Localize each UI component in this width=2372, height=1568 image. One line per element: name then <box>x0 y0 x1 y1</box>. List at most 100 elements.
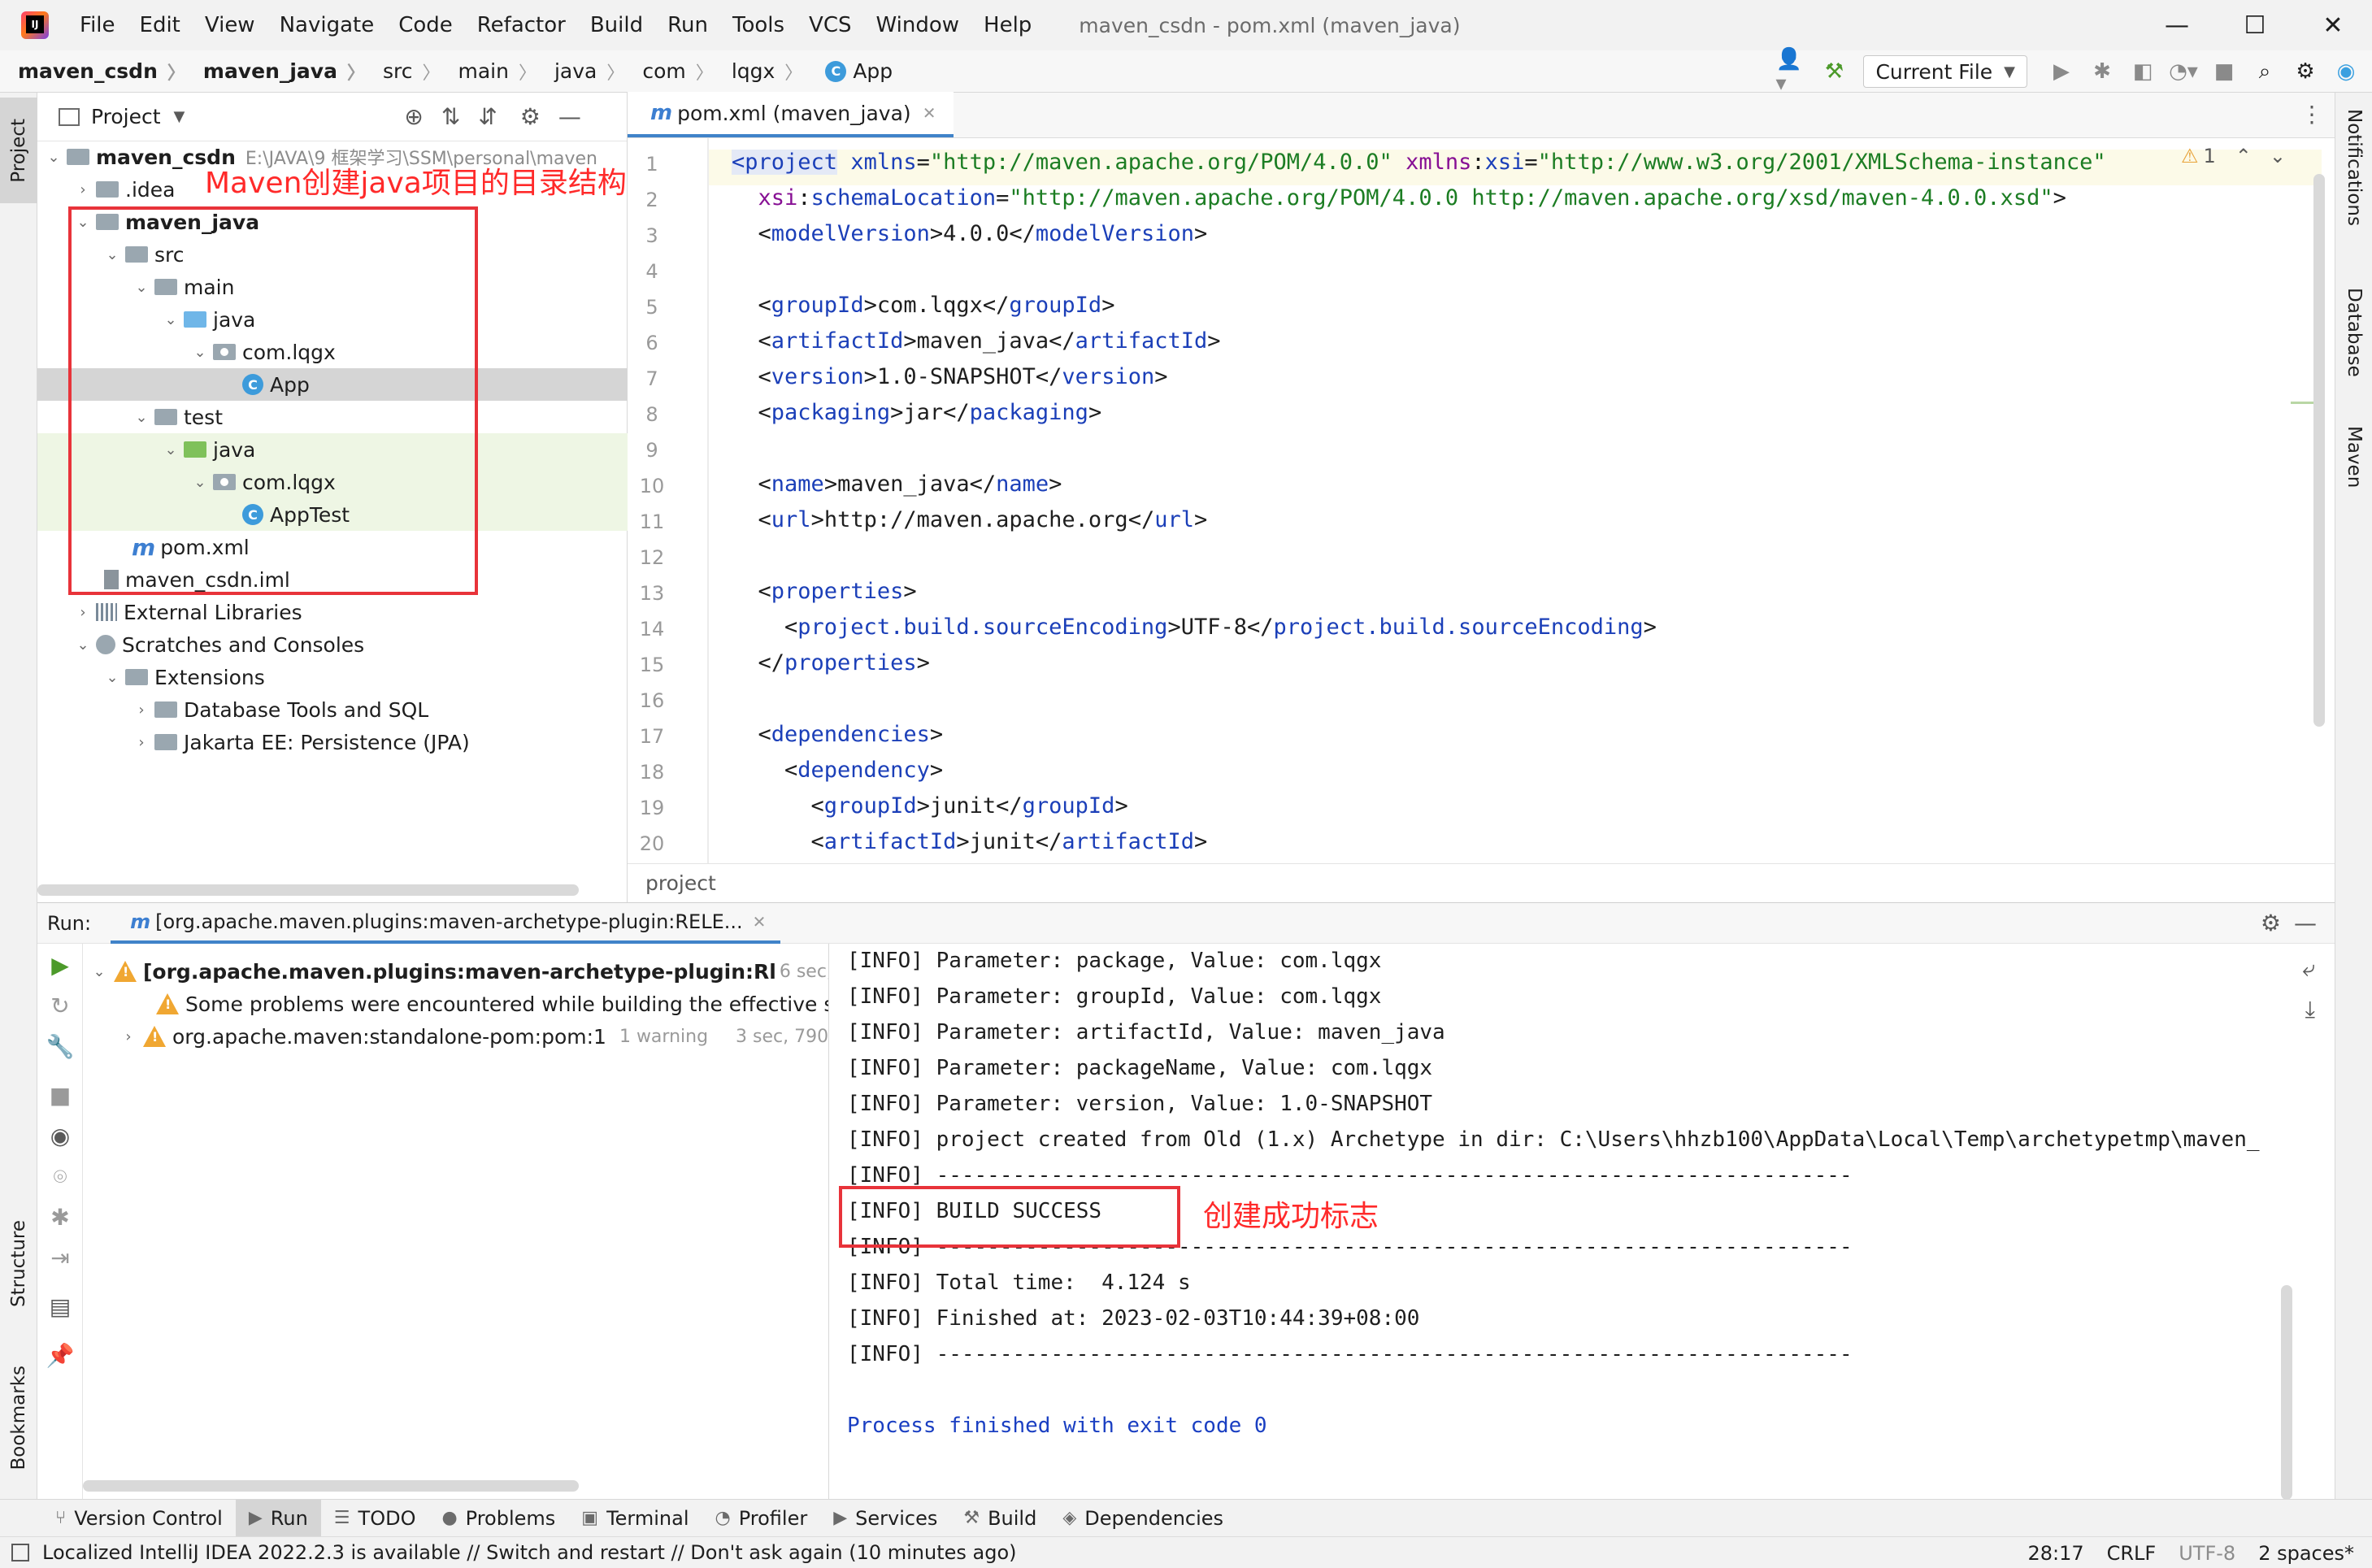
menu-window[interactable]: Window <box>876 13 960 37</box>
pin-icon[interactable]: 📌 <box>37 1342 83 1369</box>
close-tab-icon[interactable]: ✕ <box>753 912 767 932</box>
search-icon[interactable]: ⌕ <box>2247 54 2283 89</box>
camera-icon[interactable]: ⌾ <box>37 1163 83 1191</box>
status-message[interactable]: Localized IntelliJ IDEA 2022.2.3 is avai… <box>42 1541 1017 1564</box>
status-panel-toggle-icon[interactable] <box>11 1544 29 1561</box>
crumb-main[interactable]: main 〉 <box>458 59 537 85</box>
maximize-button[interactable]: ☐ <box>2216 0 2294 50</box>
options-gear-icon[interactable]: ⚙ <box>520 103 541 130</box>
tab-profiler[interactable]: ◔ Profiler <box>702 1500 821 1537</box>
tab-problems[interactable]: ● Problems <box>428 1500 568 1537</box>
run-configuration-select[interactable]: Current File ▼ <box>1863 55 2027 88</box>
tab-run[interactable]: ▶ Run <box>235 1499 321 1537</box>
collapse-all-icon[interactable]: ⇵ <box>478 103 497 130</box>
close-button[interactable]: ✕ <box>2294 0 2372 50</box>
menu-code[interactable]: Code <box>398 13 453 37</box>
code-line-14[interactable]: <project.build.sourceEncoding>UTF-8</pro… <box>732 615 1657 640</box>
profile-icon[interactable]: ◔▾ <box>2166 54 2201 89</box>
rerun-failed-icon[interactable]: ↻ <box>37 992 83 1019</box>
tree-item-dbtools[interactable]: › Database Tools and SQL <box>37 693 628 726</box>
hide-panel-icon[interactable]: — <box>558 103 581 130</box>
tab-pom-xml[interactable]: m pom.xml (maven_java) ✕ <box>628 92 954 137</box>
tab-notifications[interactable]: Notifications <box>2335 109 2372 226</box>
menu-file[interactable]: File <box>80 13 115 37</box>
indent-setting[interactable]: 2 spaces* <box>2258 1542 2354 1565</box>
menu-edit[interactable]: Edit <box>140 13 180 37</box>
code-line-10[interactable]: <name>maven_java</name> <box>732 471 1062 497</box>
menu-refactor[interactable]: Refactor <box>477 13 566 37</box>
project-panel-title[interactable]: Project <box>91 105 161 128</box>
file-encoding[interactable]: UTF-8 <box>2179 1542 2235 1565</box>
build-hammer-icon[interactable]: ⚒ <box>1816 54 1852 89</box>
debug-icon[interactable]: ✱ <box>2084 54 2120 89</box>
intellij-logo-icon[interactable] <box>21 11 49 39</box>
scroll-to-end-icon[interactable]: ⤓ <box>2305 996 2315 1023</box>
code-line-19[interactable]: <groupId>junit</groupId> <box>732 793 1128 819</box>
build-tree-row[interactable]: Some problems were encountered while bui… <box>150 988 828 1020</box>
tree-item-scratches[interactable]: ⌄ Scratches and Consoles <box>37 628 628 661</box>
console-output[interactable]: [INFO] Parameter: package, Value: com.lq… <box>829 944 2335 1500</box>
tree-item-jakarta[interactable]: › Jakarta EE: Persistence (JPA) <box>37 726 628 758</box>
hide-run-panel-icon[interactable]: — <box>2294 910 2317 936</box>
stop-icon[interactable]: ■ <box>2206 54 2242 89</box>
tree-item-extensions[interactable]: ⌄ Extensions <box>37 661 628 693</box>
code-line-13[interactable]: <properties> <box>732 579 917 604</box>
code-line-15[interactable]: </properties> <box>732 650 930 675</box>
soft-wrap-icon[interactable]: ⤶ <box>2302 955 2315 983</box>
code-line-11[interactable]: <url>http://maven.apache.org</url> <box>732 507 1208 532</box>
caret-position[interactable]: 28:17 <box>2027 1542 2083 1565</box>
debug-icon[interactable]: ✱ <box>37 1204 83 1231</box>
console-vertical-scrollbar[interactable] <box>2281 1285 2292 1500</box>
tree-item-external-libraries[interactable]: › External Libraries <box>37 596 628 628</box>
stop-icon[interactable]: ■ <box>37 1082 83 1109</box>
crumb-com[interactable]: com 〉 <box>642 59 713 85</box>
project-horizontal-scrollbar[interactable] <box>37 884 579 896</box>
line-separator[interactable]: CRLF <box>2107 1542 2157 1565</box>
build-tree-scrollbar[interactable] <box>83 1480 579 1492</box>
build-tree-row[interactable]: ⌄ [org.apache.maven.plugins:maven-archet… <box>91 955 828 988</box>
tab-terminal[interactable]: ▣ Terminal <box>568 1500 702 1537</box>
previous-highlight-icon[interactable]: ⌃ <box>2235 145 2252 167</box>
tab-maven[interactable]: Maven <box>2335 426 2372 488</box>
user-icon[interactable]: 👤▾ <box>1775 47 1811 96</box>
close-tab-icon[interactable]: ✕ <box>923 103 936 123</box>
code-line-20[interactable]: <artifactId>junit</artifactId> <box>732 829 1208 854</box>
inspection-widget[interactable]: ⚠ 1 ⌃ ⌄ <box>2181 145 2286 167</box>
expand-all-icon[interactable]: ⇅ <box>441 103 460 130</box>
tab-version-control[interactable]: ⑂ Version Control <box>42 1500 236 1537</box>
tab-todo[interactable]: ☰ TODO <box>321 1500 429 1537</box>
menu-navigate[interactable]: Navigate <box>280 13 375 37</box>
code-line-2[interactable]: xsi:schemaLocation="http://maven.apache.… <box>732 185 2066 211</box>
code-line-17[interactable]: <dependencies> <box>732 722 944 747</box>
tab-database[interactable]: Database <box>2335 288 2372 377</box>
menu-help[interactable]: Help <box>984 13 1032 37</box>
eye-icon[interactable]: ◉ <box>37 1123 83 1149</box>
coverage-icon[interactable]: ◧ <box>2125 54 2161 89</box>
tab-build[interactable]: ⚒ Build <box>950 1500 1049 1537</box>
code-line-18[interactable]: <dependency> <box>732 758 943 783</box>
code-line-3[interactable]: <modelVersion>4.0.0</modelVersion> <box>732 221 1208 246</box>
editor-vertical-scrollbar[interactable] <box>2313 174 2325 727</box>
crumb-java[interactable]: java 〉 <box>554 59 624 85</box>
tab-bookmarks[interactable]: Bookmarks <box>0 1353 37 1483</box>
more-options-icon[interactable]: ⋮ <box>2300 101 2323 128</box>
menu-view[interactable]: View <box>205 13 255 37</box>
settings-gear-icon[interactable]: ⚙ <box>2287 54 2323 89</box>
crumb-project[interactable]: maven_csdn 〉 <box>18 59 185 85</box>
menu-tools[interactable]: Tools <box>732 13 784 37</box>
code-line-5[interactable]: <groupId>com.lqgx</groupId> <box>732 293 1115 318</box>
crumb-app[interactable]: C App <box>820 59 893 83</box>
menu-build[interactable]: Build <box>590 13 643 37</box>
code-line-8[interactable]: <packaging>jar</packaging> <box>732 400 1102 425</box>
wrench-icon[interactable]: 🔧 <box>37 1033 83 1060</box>
crumb-module[interactable]: maven_java 〉 <box>203 59 365 85</box>
exit-icon[interactable]: ⇥ <box>37 1244 83 1271</box>
build-tree-row[interactable]: › org.apache.maven:standalone-pom:pom:11… <box>120 1020 828 1053</box>
plugin-update-icon[interactable]: ◉ <box>2328 54 2364 89</box>
next-highlight-icon[interactable]: ⌄ <box>2270 145 2286 167</box>
menu-vcs[interactable]: VCS <box>809 13 851 37</box>
rerun-icon[interactable]: ▶ <box>37 952 83 979</box>
run-settings-gear-icon[interactable]: ⚙ <box>2261 910 2281 936</box>
layout-icon[interactable]: ▤ <box>37 1293 83 1320</box>
crumb-src[interactable]: src 〉 <box>383 59 441 85</box>
